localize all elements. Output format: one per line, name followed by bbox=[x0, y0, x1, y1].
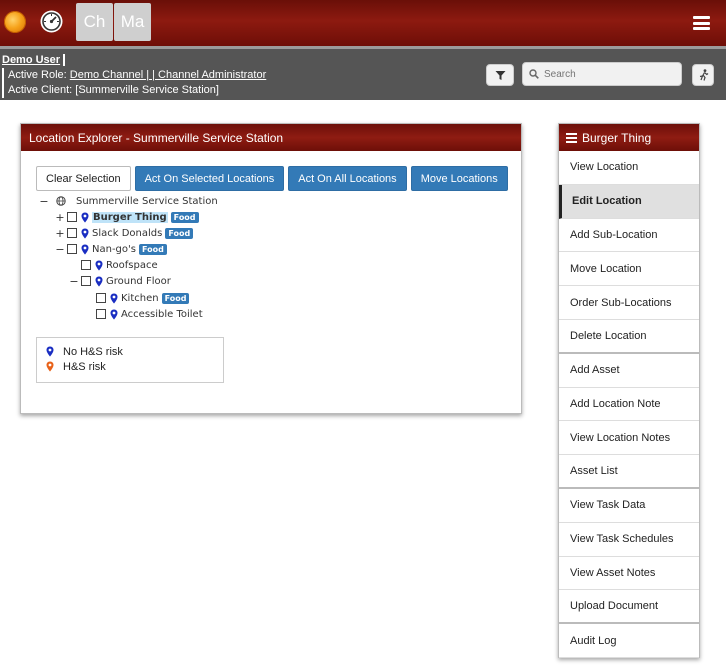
location-actions-menu: Burger Thing View Location Edit Location… bbox=[558, 123, 700, 658]
menu-item-view-location[interactable]: View Location bbox=[559, 151, 699, 185]
tree-checkbox[interactable] bbox=[81, 276, 91, 286]
risk-legend: No H&S risk H&S risk bbox=[36, 337, 224, 383]
expand-toggle[interactable]: + bbox=[55, 211, 65, 224]
location-pin-icon bbox=[110, 309, 118, 319]
collapse-toggle[interactable]: − bbox=[39, 195, 49, 208]
collapse-toggle[interactable]: − bbox=[69, 275, 79, 288]
tree-label[interactable]: Slack Donalds bbox=[92, 228, 162, 239]
search-box[interactable] bbox=[522, 62, 682, 86]
tree-label[interactable]: Burger Thing bbox=[92, 211, 168, 223]
search-input[interactable] bbox=[544, 68, 664, 80]
tree-label[interactable]: Kitchen bbox=[121, 293, 159, 304]
food-badge: Food bbox=[165, 227, 194, 239]
location-pin-icon bbox=[95, 276, 103, 286]
channel-tile[interactable]: Ch bbox=[76, 3, 113, 41]
top-bar: Ch Ma bbox=[0, 0, 726, 46]
legend-risk: H&S risk bbox=[46, 359, 223, 374]
user-bar: Demo User Active Role: Demo Channel | | … bbox=[0, 46, 726, 100]
act-on-selected-button[interactable]: Act On Selected Locations bbox=[134, 166, 285, 191]
tree-label[interactable]: Accessible Toilet bbox=[121, 309, 203, 320]
location-pin-icon bbox=[81, 244, 89, 254]
menu-item-add-asset[interactable]: Add Asset bbox=[559, 354, 699, 388]
expand-toggle[interactable]: + bbox=[55, 227, 65, 240]
collapse-toggle[interactable]: − bbox=[55, 243, 65, 256]
search-icon bbox=[529, 69, 539, 79]
location-pin-icon bbox=[110, 293, 118, 303]
tree-node: Accessible Toilet bbox=[84, 307, 203, 321]
tree-node: + Burger Thing Food bbox=[55, 210, 199, 224]
legend-no-risk-label: No H&S risk bbox=[63, 345, 123, 358]
menu-item-add-sub-location[interactable]: Add Sub-Location bbox=[559, 219, 699, 253]
role-link[interactable]: Demo Channel | | Channel Administrator bbox=[70, 69, 266, 81]
tree-checkbox[interactable] bbox=[67, 212, 77, 222]
clear-selection-button[interactable]: Clear Selection bbox=[36, 166, 131, 191]
tree-node: Roofspace bbox=[69, 258, 158, 272]
filter-icon bbox=[495, 70, 505, 80]
tree-checkbox[interactable] bbox=[67, 228, 77, 238]
menu-item-asset-list[interactable]: Asset List bbox=[559, 455, 699, 489]
app-logo-icon[interactable] bbox=[4, 11, 26, 33]
user-info: Demo User Active Role: Demo Channel | | … bbox=[2, 53, 266, 98]
menu-item-view-task-data[interactable]: View Task Data bbox=[559, 489, 699, 523]
tree-checkbox[interactable] bbox=[67, 244, 77, 254]
menu-item-delete-location[interactable]: Delete Location bbox=[559, 320, 699, 354]
menu-item-upload-document[interactable]: Upload Document bbox=[559, 590, 699, 625]
menu-header: Burger Thing bbox=[559, 124, 699, 151]
tree-checkbox[interactable] bbox=[96, 309, 106, 319]
location-explorer-panel: Location Explorer - Summerville Service … bbox=[20, 123, 522, 414]
blue-pin-icon bbox=[46, 346, 54, 357]
main-tile[interactable]: Ma bbox=[114, 3, 151, 41]
tree-label[interactable]: Roofspace bbox=[106, 260, 158, 271]
menu-item-view-task-schedules[interactable]: View Task Schedules bbox=[559, 523, 699, 557]
location-pin-icon bbox=[81, 228, 89, 238]
tree-label[interactable]: Nan-go's bbox=[92, 244, 136, 255]
explorer-button-row: Clear Selection Act On Selected Location… bbox=[36, 166, 508, 191]
menu-item-audit-log[interactable]: Audit Log bbox=[559, 624, 699, 658]
tree-node: − Ground Floor bbox=[69, 274, 171, 288]
run-button[interactable] bbox=[692, 64, 714, 86]
menu-item-add-location-note[interactable]: Add Location Note bbox=[559, 388, 699, 422]
tree-node: + Slack Donalds Food bbox=[55, 226, 194, 240]
menu-item-view-asset-notes[interactable]: View Asset Notes bbox=[559, 557, 699, 591]
dashboard-gauge-icon[interactable] bbox=[39, 9, 64, 34]
legend-no-risk: No H&S risk bbox=[46, 344, 223, 359]
legend-risk-label: H&S risk bbox=[63, 360, 106, 373]
menu-item-view-location-notes[interactable]: View Location Notes bbox=[559, 421, 699, 456]
menu-item-edit-location[interactable]: Edit Location bbox=[559, 184, 699, 219]
globe-icon bbox=[56, 196, 66, 206]
tree-node-root: − Summerville Service Station bbox=[39, 194, 218, 208]
food-badge: Food bbox=[170, 211, 199, 223]
tree-label[interactable]: Summerville Service Station bbox=[76, 196, 218, 207]
explorer-title: Location Explorer - Summerville Service … bbox=[21, 124, 521, 151]
location-pin-icon bbox=[81, 212, 89, 222]
running-person-icon bbox=[699, 69, 708, 81]
filter-button[interactable] bbox=[486, 64, 514, 86]
client-value: [Summerville Service Station] bbox=[75, 84, 219, 96]
tree-node: Kitchen Food bbox=[84, 291, 190, 305]
user-name-link[interactable]: Demo User bbox=[2, 54, 66, 66]
role-label: Active Role: bbox=[8, 69, 67, 81]
menu-item-move-location[interactable]: Move Location bbox=[559, 252, 699, 287]
location-pin-icon bbox=[95, 260, 103, 270]
food-badge: Food bbox=[161, 292, 190, 304]
move-locations-button[interactable]: Move Locations bbox=[410, 166, 508, 191]
tree-checkbox[interactable] bbox=[81, 260, 91, 270]
tree-label[interactable]: Ground Floor bbox=[106, 276, 171, 287]
client-label: Active Client: bbox=[8, 84, 73, 96]
list-menu-icon bbox=[566, 131, 577, 145]
act-on-all-button[interactable]: Act On All Locations bbox=[288, 166, 407, 191]
menu-item-order-sub-locations[interactable]: Order Sub-Locations bbox=[559, 286, 699, 320]
tree-node: − Nan-go's Food bbox=[55, 242, 167, 256]
food-badge: Food bbox=[138, 243, 167, 255]
hamburger-menu-icon[interactable] bbox=[693, 16, 710, 30]
menu-title: Burger Thing bbox=[582, 130, 652, 145]
orange-pin-icon bbox=[46, 361, 54, 372]
tree-checkbox[interactable] bbox=[96, 293, 106, 303]
